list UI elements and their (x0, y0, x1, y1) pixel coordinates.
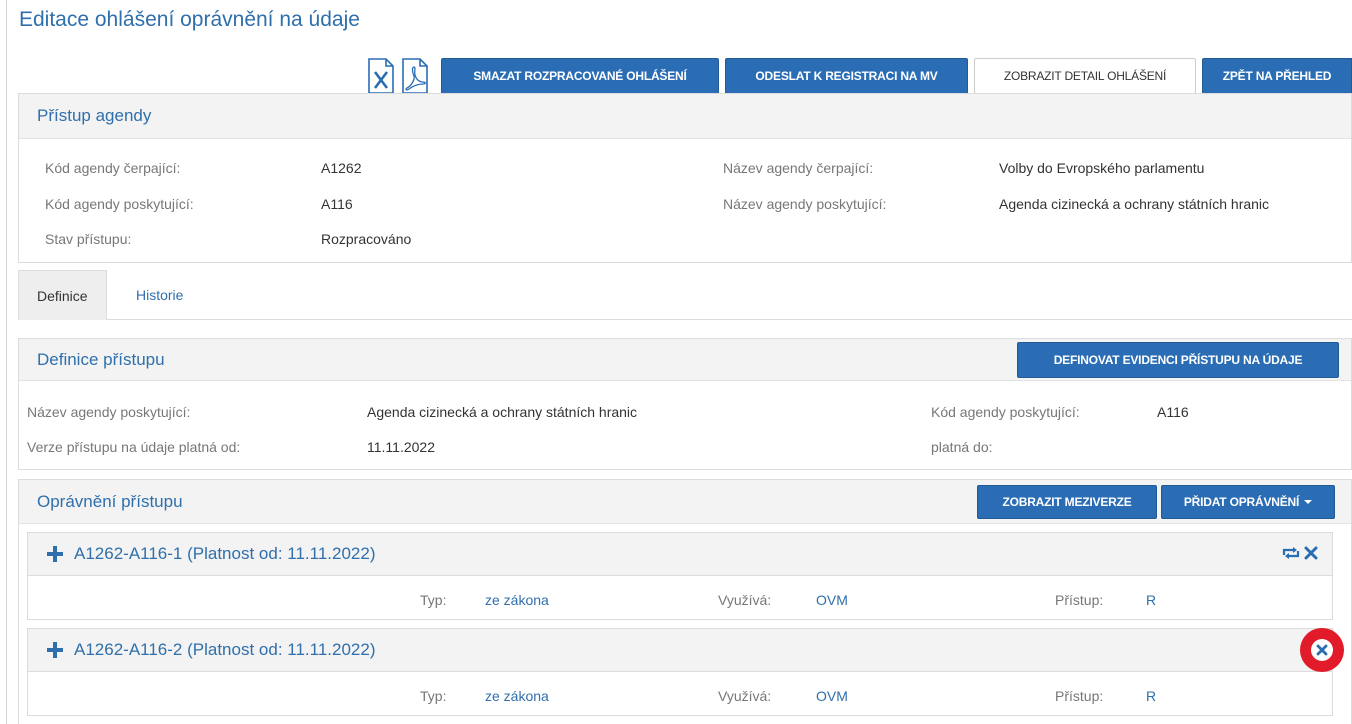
delete-draft-button[interactable]: SMAZAT ROZPRACOVANÉ OHLÁŠENÍ (441, 58, 719, 94)
providing-agenda-name-label: Název agendy poskytující: (723, 196, 887, 212)
add-authorization-label: PŘIDAT OPRÁVNĚNÍ (1183, 494, 1300, 509)
definition-providing-name-value: Agenda cizinecká a ochrany státních hran… (367, 404, 638, 420)
access-value: R (1146, 688, 1157, 704)
consuming-agenda-name-label: Název agendy čerpající: (723, 160, 874, 176)
plus-icon[interactable] (46, 641, 64, 659)
close-icon[interactable] (1311, 639, 1333, 661)
page-left-border (6, 0, 7, 724)
access-definition-panel: Definice přístupu DEFINOVAT EVIDENCI PŘÍ… (18, 338, 1352, 470)
uses-value: OVM (816, 688, 848, 704)
agenda-access-title: Přístup agendy (37, 106, 152, 125)
type-label: Typ: (420, 592, 447, 608)
definition-providing-name-label: Název agendy poskytující: (27, 404, 191, 420)
type-label: Typ: (420, 688, 447, 704)
access-authorizations-title: Oprávnění přístupu (37, 491, 183, 511)
providing-agenda-name-value: Agenda cizinecká a ochrany státních hran… (999, 196, 1270, 212)
authorization-item-1-body: Typ: ze zákona Využívá: OVM Přístup: R (27, 576, 1333, 620)
uses-value: OVM (816, 592, 848, 608)
providing-agenda-code-value: A116 (321, 196, 353, 212)
type-value: ze zákona (485, 688, 549, 704)
excel-file-icon[interactable] (367, 58, 395, 94)
caret-down-icon (1304, 499, 1313, 504)
type-value: ze zákona (485, 592, 549, 608)
definition-providing-code-label: Kód agendy poskytující: (931, 404, 1080, 420)
show-interversions-button[interactable]: ZOBRAZIT MEZIVERZE (977, 484, 1157, 519)
authorization-item-title[interactable]: A1262-A116-1 (Platnost od: 11.11.2022) (74, 544, 375, 564)
tab-historie[interactable]: Historie (118, 270, 201, 320)
valid-until-label: platná do: (931, 439, 993, 455)
authorization-item-actions (1282, 546, 1318, 563)
uses-label: Využívá: (718, 688, 772, 704)
show-detail-button[interactable]: ZOBRAZIT DETAIL OHLÁŠENÍ (974, 58, 1196, 94)
back-to-overview-button[interactable]: ZPĚT NA PŘEHLED (1202, 58, 1352, 94)
access-state-label: Stav přístupu: (45, 231, 132, 247)
define-access-record-button[interactable]: DEFINOVAT EVIDENCI PŘÍSTUPU NA ÚDAJE (1017, 341, 1339, 378)
definition-providing-code-value: A116 (1157, 404, 1189, 420)
authorization-item-title[interactable]: A1262-A116-2 (Platnost od: 11.11.2022) (74, 640, 375, 660)
authorization-item-1-header[interactable]: A1262-A116-1 (Platnost od: 11.11.2022) (27, 532, 1333, 576)
add-authorization-dropdown[interactable]: PŘIDAT OPRÁVNĚNÍ (1161, 484, 1335, 519)
access-state-value: Rozpracováno (321, 231, 412, 247)
header-toolbar: SMAZAT ROZPRACOVANÉ OHLÁŠENÍ ODESLAT K R… (367, 57, 1352, 95)
access-authorizations-header: Oprávnění přístupu ZOBRAZIT MEZIVERZE PŘ… (19, 480, 1351, 524)
swap-icon[interactable] (1282, 546, 1300, 563)
providing-agenda-code-label: Kód agendy poskytující: (45, 196, 194, 212)
consuming-agenda-code-label: Kód agendy čerpající: (45, 160, 181, 176)
send-registration-button[interactable]: ODESLAT K REGISTRACI NA MV (725, 58, 968, 94)
page-title: Editace ohlášení oprávnění na údaje (19, 8, 360, 31)
uses-label: Využívá: (718, 592, 772, 608)
pdf-file-icon[interactable] (401, 58, 429, 94)
tab-definice[interactable]: Definice (18, 270, 107, 320)
access-definition-title: Definice přístupu (37, 349, 165, 369)
plus-icon[interactable] (46, 545, 64, 563)
agenda-access-panel: Přístup agendy Kód agendy čerpající: A12… (18, 93, 1352, 263)
close-icon[interactable] (1304, 546, 1318, 563)
version-valid-from-label: Verze přístupu na údaje platná od: (27, 439, 241, 455)
consuming-agenda-name-value: Volby do Evropského parlamentu (999, 160, 1205, 176)
authorizations-actions: ZOBRAZIT MEZIVERZE PŘIDAT OPRÁVNĚNÍ (977, 484, 1335, 519)
tab-bar: Definice Historie (18, 270, 1352, 320)
authorization-item-2-header[interactable]: A1262-A116-2 (Platnost od: 11.11.2022) (27, 628, 1333, 672)
access-value: R (1146, 592, 1157, 608)
access-label: Přístup: (1055, 592, 1104, 608)
consuming-agenda-code-value: A1262 (321, 160, 362, 176)
version-valid-from-value: 11.11.2022 (367, 439, 435, 455)
access-label: Přístup: (1055, 688, 1104, 704)
agenda-access-header: Přístup agendy (19, 94, 1351, 139)
access-definition-header: Definice přístupu DEFINOVAT EVIDENCI PŘÍ… (19, 339, 1351, 381)
authorization-item-2-body: Typ: ze zákona Využívá: OVM Přístup: R (27, 672, 1333, 716)
